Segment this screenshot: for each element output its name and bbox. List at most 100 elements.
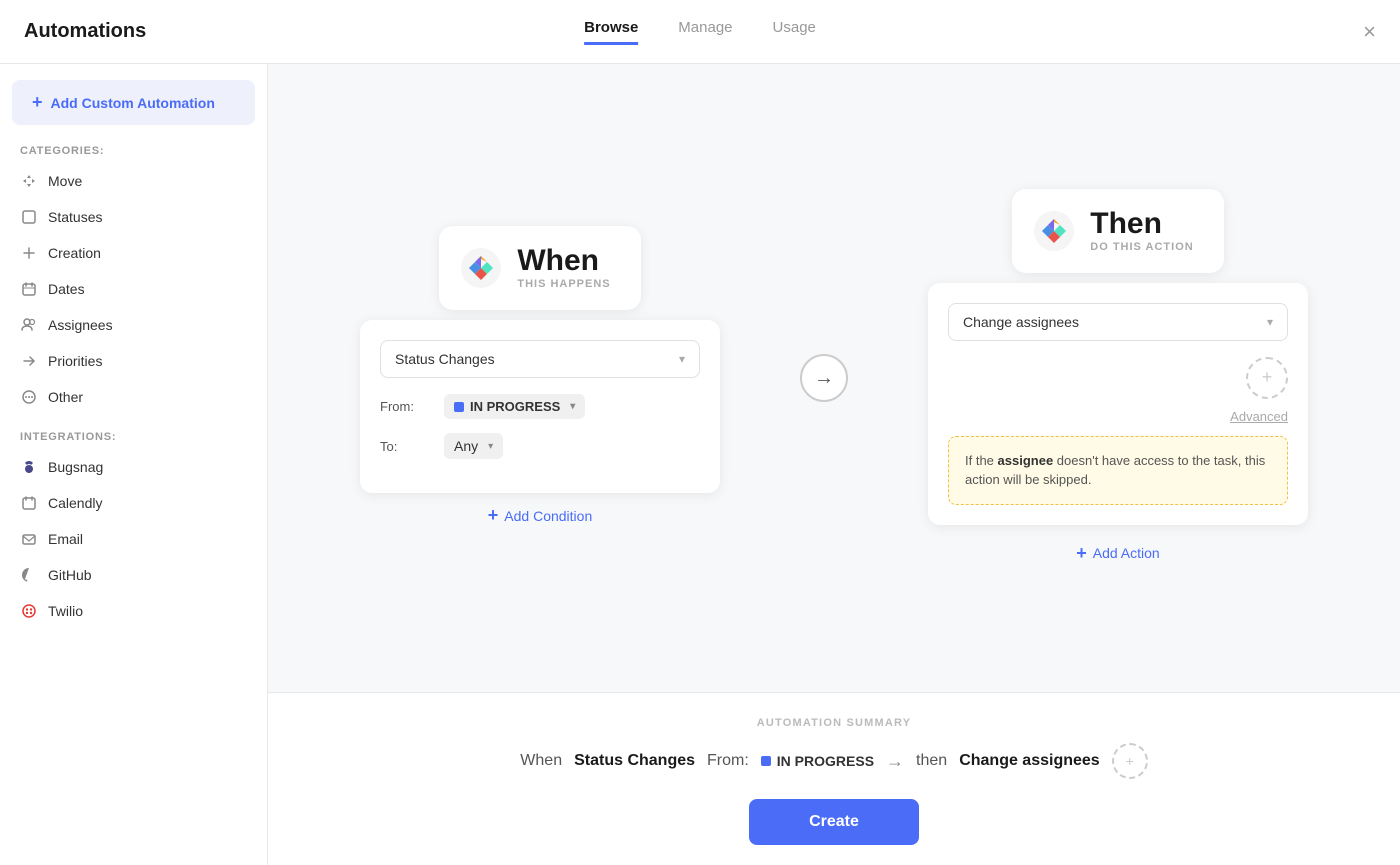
arrow-connector: → [800, 354, 848, 402]
sidebar-item-dates-label: Dates [48, 281, 85, 297]
warning-box: If the assignee doesn't have access to t… [948, 436, 1288, 505]
create-btn-row: Create [308, 799, 1360, 845]
sidebar-item-statuses[interactable]: Statuses [0, 199, 267, 235]
arrow-circle: → [800, 354, 848, 402]
bugsnag-icon [20, 458, 38, 476]
dates-icon [20, 280, 38, 298]
summary-section-label: AUTOMATION SUMMARY [308, 717, 1360, 729]
assignee-placeholder: + [948, 357, 1288, 399]
app-title: Automations [24, 20, 146, 43]
summary-row: When Status Changes From: IN PROGRESS → … [308, 743, 1360, 779]
advanced-link[interactable]: Advanced [948, 409, 1288, 424]
warning-bold-text: assignee [998, 453, 1054, 468]
add-assignee-plus-icon: + [1262, 367, 1273, 388]
then-title-block: Then DO THIS ACTION [1090, 209, 1193, 253]
sidebar: + Add Custom Automation CATEGORIES: Move… [0, 64, 268, 865]
to-field-row: To: Any ▾ [380, 433, 700, 459]
warning-text-prefix: If the [965, 453, 998, 468]
summary-from-text: From: [707, 752, 749, 770]
add-action-plus-icon: + [1076, 543, 1087, 564]
from-status-chevron-icon: ▾ [570, 401, 575, 412]
sidebar-item-calendly-label: Calendly [48, 495, 102, 511]
tab-usage[interactable]: Usage [773, 19, 816, 45]
then-dropdown-box: Change assignees ▾ + Advanced If the ass… [928, 283, 1308, 525]
summary-when-text: When [520, 752, 562, 770]
action-type-value: Change assignees [963, 314, 1079, 330]
from-status-badge[interactable]: IN PROGRESS ▾ [444, 394, 585, 419]
summary-then-text: then [916, 752, 947, 770]
add-condition-plus-icon: + [488, 505, 499, 526]
when-title-block: When THIS HAPPENS [517, 246, 610, 290]
sidebar-item-other-label: Other [48, 389, 83, 405]
trigger-type-dropdown[interactable]: Status Changes ▾ [380, 340, 700, 378]
sidebar-item-email[interactable]: Email [0, 521, 267, 557]
creation-icon [20, 244, 38, 262]
move-icon [20, 172, 38, 190]
sidebar-item-github[interactable]: GitHub [0, 557, 267, 593]
add-condition-button[interactable]: + Add Condition [488, 501, 592, 530]
when-title: When [517, 246, 610, 276]
when-card-header: When THIS HAPPENS [439, 226, 640, 310]
sidebar-item-github-label: GitHub [48, 567, 92, 583]
sidebar-item-assignees[interactable]: Assignees [0, 307, 267, 343]
tab-manage[interactable]: Manage [678, 19, 732, 45]
sidebar-item-twilio[interactable]: Twilio [0, 593, 267, 629]
sidebar-item-creation-label: Creation [48, 245, 101, 261]
integrations-label: INTEGRATIONS: [0, 415, 267, 449]
summary-status-changes-text: Status Changes [574, 752, 695, 770]
right-arrow-icon: → [814, 367, 834, 390]
dropdown-chevron-icon: ▾ [679, 352, 685, 366]
statuses-icon [20, 208, 38, 226]
add-condition-label: Add Condition [504, 508, 592, 524]
add-custom-automation-button[interactable]: + Add Custom Automation [12, 80, 255, 125]
github-icon [20, 566, 38, 584]
when-logo [459, 246, 503, 290]
sidebar-item-move-label: Move [48, 173, 82, 189]
automation-builder: When THIS HAPPENS Status Changes ▾ From: [268, 64, 1400, 692]
top-bar: Automations Browse Manage Usage × [0, 0, 1400, 64]
add-action-label: Add Action [1093, 545, 1160, 561]
sidebar-item-bugsnag-label: Bugsnag [48, 459, 103, 475]
sidebar-item-other[interactable]: Other [0, 379, 267, 415]
summary-change-assignees-text: Change assignees [959, 752, 1100, 770]
email-icon [20, 530, 38, 548]
add-action-button[interactable]: + Add Action [1076, 539, 1159, 568]
sidebar-item-move[interactable]: Move [0, 163, 267, 199]
sidebar-item-email-label: Email [48, 531, 83, 547]
sidebar-item-calendly[interactable]: Calendly [0, 485, 267, 521]
summary-status-dot-icon [761, 756, 771, 766]
calendly-icon [20, 494, 38, 512]
assignees-icon [20, 316, 38, 334]
then-card-wrapper: Then DO THIS ACTION Change assignees ▾ + [928, 189, 1308, 568]
summary-in-progress-text: IN PROGRESS [777, 753, 874, 769]
summary-status-badge: IN PROGRESS [761, 753, 874, 769]
plus-icon: + [32, 92, 43, 113]
sidebar-item-priorities-label: Priorities [48, 353, 102, 369]
trigger-type-value: Status Changes [395, 351, 495, 367]
when-dropdown-box: Status Changes ▾ From: IN PROGRESS ▾ [360, 320, 720, 493]
to-chevron-icon: ▾ [488, 441, 493, 452]
create-button[interactable]: Create [749, 799, 919, 845]
sidebar-item-creation[interactable]: Creation [0, 235, 267, 271]
sidebar-item-twilio-label: Twilio [48, 603, 83, 619]
sidebar-item-dates[interactable]: Dates [0, 271, 267, 307]
action-type-dropdown[interactable]: Change assignees ▾ [948, 303, 1288, 341]
from-field-row: From: IN PROGRESS ▾ [380, 394, 700, 419]
add-assignee-button[interactable]: + [1246, 357, 1288, 399]
to-label: To: [380, 439, 428, 454]
from-label: From: [380, 399, 428, 414]
action-dropdown-chevron-icon: ▾ [1267, 315, 1273, 329]
top-nav: Browse Manage Usage [584, 19, 816, 45]
then-logo [1032, 209, 1076, 253]
twilio-icon [20, 602, 38, 620]
from-status-value: IN PROGRESS [470, 399, 560, 414]
tab-browse[interactable]: Browse [584, 19, 638, 45]
main-content: When THIS HAPPENS Status Changes ▾ From: [268, 64, 1400, 865]
status-dot-blue [454, 402, 464, 412]
summary-assignee-icon: + [1112, 743, 1148, 779]
close-button[interactable]: × [1363, 19, 1376, 45]
to-any-dropdown[interactable]: Any ▾ [444, 433, 503, 459]
to-value: Any [454, 438, 478, 454]
sidebar-item-priorities[interactable]: Priorities [0, 343, 267, 379]
sidebar-item-bugsnag[interactable]: Bugsnag [0, 449, 267, 485]
